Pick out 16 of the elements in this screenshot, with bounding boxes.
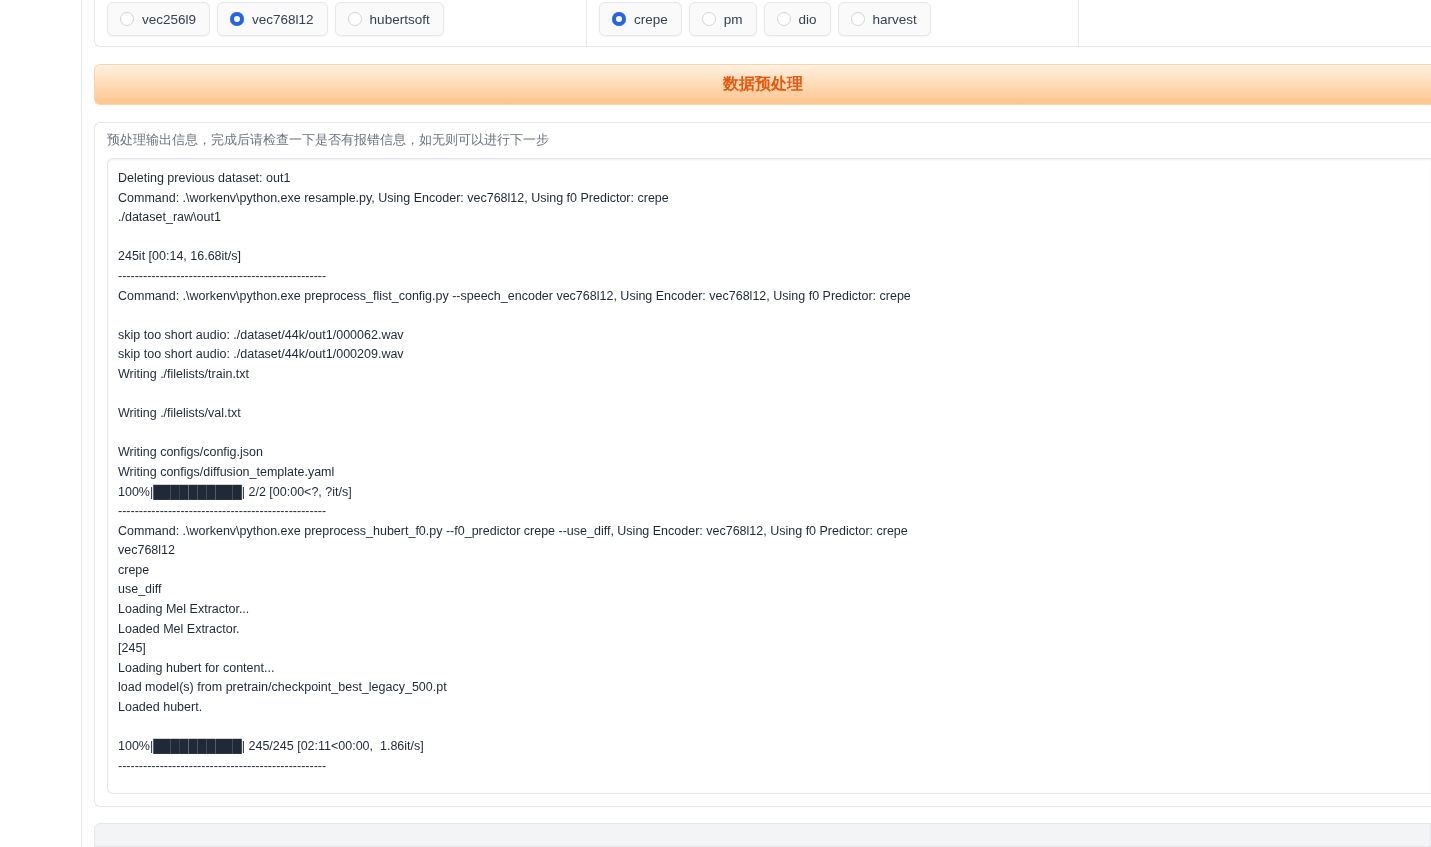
radio-button[interactable] — [230, 12, 245, 26]
radio-option[interactable]: vec768l12 — [217, 2, 328, 36]
radio-button[interactable] — [347, 12, 362, 26]
radio-option[interactable]: dio — [763, 2, 831, 36]
radio-option[interactable]: vec256l9 — [107, 2, 211, 36]
radio-option[interactable]: crepe — [599, 2, 682, 36]
radio-button[interactable] — [776, 12, 791, 26]
radio-option[interactable]: harvest — [837, 2, 931, 36]
radio-button[interactable] — [612, 12, 626, 26]
radio-button[interactable] — [701, 12, 716, 26]
radio-option[interactable]: pm — [688, 2, 757, 36]
output-label: 预处理输出信息，完成后请检查一下是否有报错信息，如无则可以进行下一步 — [107, 131, 550, 149]
radio-button[interactable] — [850, 12, 865, 26]
radio-button[interactable] — [120, 12, 134, 26]
output-textbox[interactable]: Deleting previous dataset: out1 Command: .\workenv\python.exe resample.py, Using Encoder: vec768l12, Using f0 Predictor: crepe ./dataset_raw\out1 245it [00:14, 16.68it/s] -------------------------------------------------- Command: .\workenv\python.exe preprocess_flist_config.py --speech_encoder vec768l12, Using Encoder: vec768l12, Using f0 Predictor: crepe skip too short audio: ./dataset/44k/out1/000062.wav skip too short audio: ./dataset/44k/out1/000209.wav Writing ./filelists/train.txt Writing ./filelists/val.txt Writing configs/config.json Writing configs/diffusion_template.yaml 100%|██████████| 2/2 [00:00<?, ?it/s] -------------------------------------------------- Command: .\workenv\python.exe preprocess_hubert_f0.py --f0_predictor crepe --use_diff, Using Encoder: vec768l12, Using f0 Predictor: crepe vec768l12 crepe use_diff Loading Mel Extractor... Loaded Mel Extractor. [245] Loading hubert for content... load model(s) from pretrain/checkpoint_best_legacy_500.pt Loaded hubert. 100%|██████████| 245/245 [02:11<00:00, 1.86it/s] -------------------------------------------------- — [107, 158, 1431, 794]
radio-option[interactable]: hubertsoft — [334, 2, 444, 36]
